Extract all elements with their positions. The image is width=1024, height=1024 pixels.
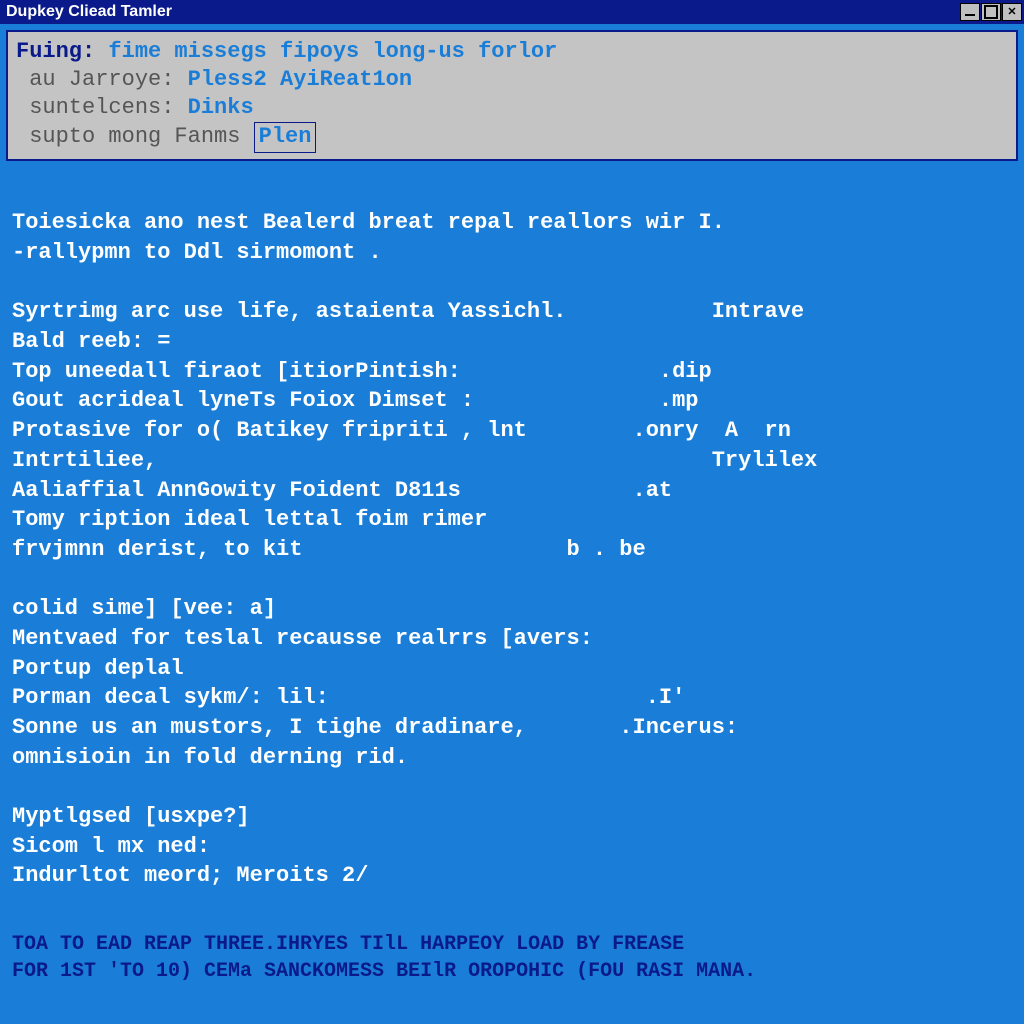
content-line: Tomy ription ideal lettal foim rimer (12, 507, 487, 532)
footer-line: FOR 1ST 'TO 10) CEMa SANCKOMESS BEIlR OR… (12, 960, 756, 983)
content-line: Gout acrideal lyneTs Foiox Dimset : .mp (12, 388, 699, 413)
panel-line-3: suntelcens: Dinks (16, 94, 1008, 122)
content-line: frvjmnn derist, to kit b . be (12, 537, 646, 562)
window-title: Dupkey Cliead Tamler (6, 3, 960, 21)
content-line: Protasive for o( Batikey fripriti , lnt … (12, 418, 791, 443)
minimize-button[interactable] (960, 3, 980, 21)
maximize-button[interactable] (981, 3, 1001, 21)
content-line: Aaliaffial AnnGowity Foident D811s .at (12, 478, 672, 503)
panel-line-4: supto mong Fanms Plen (16, 122, 1008, 152)
content-line: -rallypmn to Ddl sirmomont . (12, 240, 382, 265)
content-line: Sonne us an mustors, I tighe dradinare, … (12, 715, 738, 740)
terminal-content: Toiesicka ano nest Bealerd breat repal r… (0, 167, 1024, 904)
plen-button[interactable]: Plen (254, 122, 317, 152)
content-line: Myptlgsed [usxpe?] (12, 804, 250, 829)
header-panel: Fuing: fime missegs fipoys long-us forlo… (6, 30, 1018, 161)
window-controls (960, 3, 1022, 21)
content-line: Indurltot meord; Meroits 2/ (12, 863, 368, 888)
content-line: Top uneedall firaot [itiorPintish: .dip (12, 359, 712, 384)
window: Dupkey Cliead Tamler Fuing: fime missegs… (0, 0, 1024, 1024)
content-line: omnisioin in fold derning rid. (12, 745, 408, 770)
content-line: Mentvaed for teslal recausse realrrs [av… (12, 626, 593, 651)
titlebar[interactable]: Dupkey Cliead Tamler (0, 0, 1024, 24)
footer-line: TOA TO EAD REAP THREE.IHRYES TIlL HARPEO… (12, 933, 684, 956)
content-line: colid sime] [vee: a] (12, 596, 276, 621)
close-button[interactable] (1002, 3, 1022, 21)
content-line: Porman decal sykm/: lil: .I' (12, 685, 685, 710)
panel-line-1: Fuing: fime missegs fipoys long-us forlo… (16, 38, 1008, 66)
content-line: Bald reeb: = (12, 329, 170, 354)
content-line: Sicom l mx ned: (12, 834, 210, 859)
footer-status: TOA TO EAD REAP THREE.IHRYES TIlL HARPEO… (0, 904, 1024, 1024)
content-line: Intrtiliee, Trylilex (12, 448, 817, 473)
content-line: Portup deplal (12, 656, 184, 681)
content-line: Syrtrimg arc use life, astaienta Yassich… (12, 299, 804, 324)
panel-line-2: au Jarroye: Pless2 AyiReat1on (16, 66, 1008, 94)
content-line: Toiesicka ano nest Bealerd breat repal r… (12, 210, 725, 235)
